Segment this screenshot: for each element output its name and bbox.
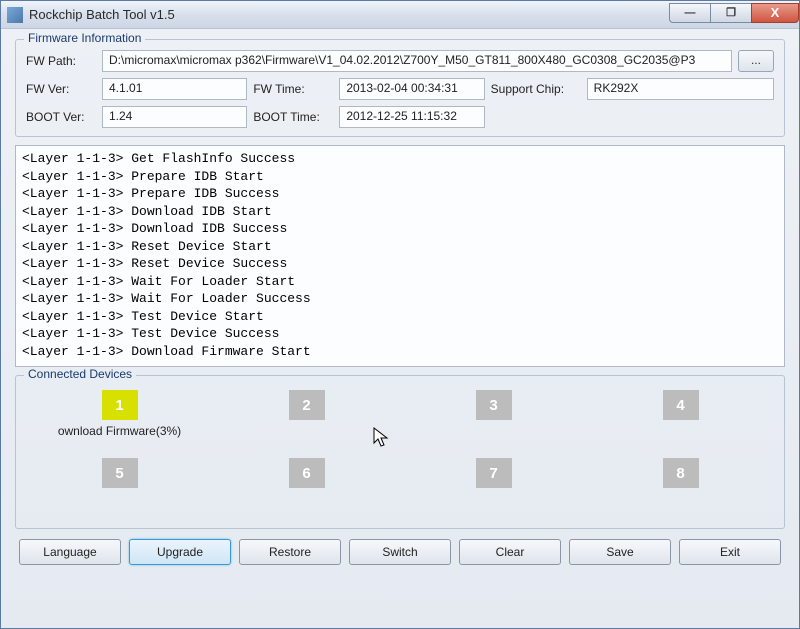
device-slot-1[interactable]: 1 ownload Firmware(3%) (45, 390, 195, 440)
log-output[interactable]: <Layer 1-1-3> Get FlashInfo Success<Laye… (15, 145, 785, 367)
device-status-text (419, 424, 569, 440)
app-icon (7, 7, 23, 23)
exit-button[interactable]: Exit (679, 539, 781, 565)
restore-button[interactable]: Restore (239, 539, 341, 565)
support-chip-label: Support Chip: (491, 82, 581, 96)
log-line: <Layer 1-1-3> Test Device Success (22, 325, 778, 343)
titlebar[interactable]: Rockchip Batch Tool v1.5 — ❐ X (1, 1, 799, 29)
device-slot-6[interactable]: 6 (232, 458, 382, 508)
fw-time-field: 2013-02-04 00:34:31 (339, 78, 484, 100)
fw-ver-field: 4.1.01 (102, 78, 247, 100)
switch-button[interactable]: Switch (349, 539, 451, 565)
boot-time-label: BOOT Time: (253, 110, 333, 124)
device-slot-7[interactable]: 7 (419, 458, 569, 508)
fw-path-field[interactable]: D:\micromax\micromax p362\Firmware\V1_04… (102, 50, 732, 72)
devices-group-title: Connected Devices (24, 367, 136, 381)
device-status-text (232, 424, 382, 440)
device-slot-3[interactable]: 3 (419, 390, 569, 440)
support-chip-field: RK292X (587, 78, 774, 100)
upgrade-button[interactable]: Upgrade (129, 539, 231, 565)
device-indicator: 3 (476, 390, 512, 420)
log-line: <Layer 1-1-3> Download IDB Success (22, 220, 778, 238)
browse-button[interactable]: ... (738, 50, 774, 72)
log-line: <Layer 1-1-3> Test Device Start (22, 308, 778, 326)
log-line: <Layer 1-1-3> Download IDB Start (22, 203, 778, 221)
language-button[interactable]: Language (19, 539, 121, 565)
device-status-text (45, 492, 195, 508)
device-status-text (606, 492, 756, 508)
connected-devices-group: Connected Devices 1ownload Firmware(3%)2… (15, 375, 785, 529)
maximize-button[interactable]: ❐ (710, 3, 752, 23)
device-slot-2[interactable]: 2 (232, 390, 382, 440)
log-line: <Layer 1-1-3> Prepare IDB Success (22, 185, 778, 203)
window-title: Rockchip Batch Tool v1.5 (29, 7, 670, 22)
fw-ver-label: FW Ver: (26, 82, 96, 96)
device-slot-5[interactable]: 5 (45, 458, 195, 508)
client-area: Firmware Information FW Path: D:\microma… (1, 29, 799, 628)
device-indicator: 7 (476, 458, 512, 488)
log-line: <Layer 1-1-3> Download Firmware Start (22, 343, 778, 361)
device-slot-8[interactable]: 8 (606, 458, 756, 508)
save-button[interactable]: Save (569, 539, 671, 565)
minimize-button[interactable]: — (669, 3, 711, 23)
log-line: <Layer 1-1-3> Wait For Loader Start (22, 273, 778, 291)
device-status-text (606, 424, 756, 440)
action-button-row: Language Upgrade Restore Switch Clear Sa… (15, 539, 785, 565)
device-indicator: 4 (663, 390, 699, 420)
close-button[interactable]: X (751, 3, 799, 23)
device-indicator: 1 (102, 390, 138, 420)
firmware-info-group: Firmware Information FW Path: D:\microma… (15, 39, 785, 137)
device-status-text: ownload Firmware(3%) (45, 424, 195, 440)
boot-ver-label: BOOT Ver: (26, 110, 96, 124)
clear-button[interactable]: Clear (459, 539, 561, 565)
log-line: <Layer 1-1-3> Reset Device Start (22, 238, 778, 256)
log-line: <Layer 1-1-3> Prepare IDB Start (22, 168, 778, 186)
fw-path-label: FW Path: (26, 54, 96, 68)
firmware-group-title: Firmware Information (24, 31, 145, 45)
boot-time-field: 2012-12-25 11:15:32 (339, 106, 484, 128)
device-slot-4[interactable]: 4 (606, 390, 756, 440)
log-line: <Layer 1-1-3> Reset Device Success (22, 255, 778, 273)
fw-time-label: FW Time: (253, 82, 333, 96)
window-controls: — ❐ X (670, 3, 799, 23)
device-indicator: 6 (289, 458, 325, 488)
device-indicator: 5 (102, 458, 138, 488)
device-status-text (419, 492, 569, 508)
device-indicator: 2 (289, 390, 325, 420)
device-indicator: 8 (663, 458, 699, 488)
device-status-text (232, 492, 382, 508)
boot-ver-field: 1.24 (102, 106, 247, 128)
app-window: Rockchip Batch Tool v1.5 — ❐ X Firmware … (0, 0, 800, 629)
log-line: <Layer 1-1-3> Wait For Loader Success (22, 290, 778, 308)
log-line: <Layer 1-1-3> Get FlashInfo Success (22, 150, 778, 168)
